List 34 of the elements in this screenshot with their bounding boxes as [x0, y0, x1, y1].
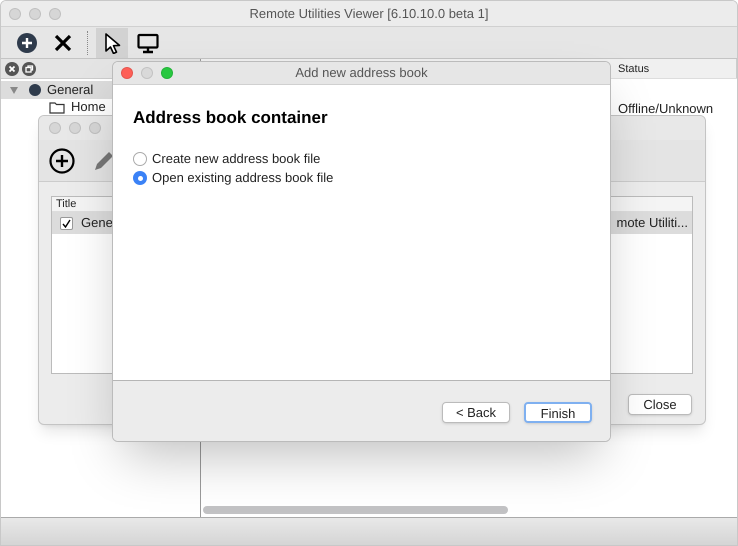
- table-cell-text: mote Utiliti...: [616, 214, 688, 232]
- add-icon: [16, 32, 38, 54]
- status-dot-icon: [29, 84, 41, 96]
- close-button[interactable]: Close: [628, 394, 692, 415]
- add-icon: [49, 148, 75, 174]
- restore-panel-icon[interactable]: [22, 62, 36, 76]
- radio-option[interactable]: Open existing address book file: [133, 170, 590, 186]
- minimize-button[interactable]: [69, 122, 81, 134]
- window-title: Add new address book: [294, 64, 429, 82]
- finish-button[interactable]: Finish: [524, 402, 592, 423]
- close-button[interactable]: [121, 67, 133, 79]
- close-panel-icon[interactable]: [5, 62, 19, 76]
- radio-button[interactable]: [133, 171, 147, 185]
- expanded-arrow-icon[interactable]: [9, 85, 19, 95]
- table-cell-text: Offline/Unknown: [617, 100, 714, 118]
- radio-button[interactable]: [133, 152, 147, 166]
- window-title: Remote Utilities Viewer [6.10.10.0 beta 1]: [248, 4, 490, 23]
- close-button[interactable]: [9, 8, 21, 20]
- minimize-button[interactable]: [29, 8, 41, 20]
- toolbar-button[interactable]: [47, 146, 77, 176]
- scrollbar-thumb[interactable]: [203, 506, 508, 514]
- column-header[interactable]: Status: [615, 59, 737, 78]
- zoom-button[interactable]: [89, 122, 101, 134]
- table-cell-text: Gene: [81, 214, 113, 232]
- radio-option[interactable]: Create new address book file: [133, 150, 590, 168]
- dialog-heading: Address book container: [133, 107, 329, 129]
- monitor-icon: [137, 32, 159, 54]
- zoom-button[interactable]: [49, 8, 61, 20]
- column-header[interactable]: Title: [52, 197, 76, 211]
- zoom-button[interactable]: [161, 67, 173, 79]
- back-button[interactable]: < Back: [442, 402, 510, 423]
- checkbox[interactable]: [60, 216, 73, 230]
- toolbar-button[interactable]: [96, 28, 128, 58]
- check-icon: [62, 218, 71, 228]
